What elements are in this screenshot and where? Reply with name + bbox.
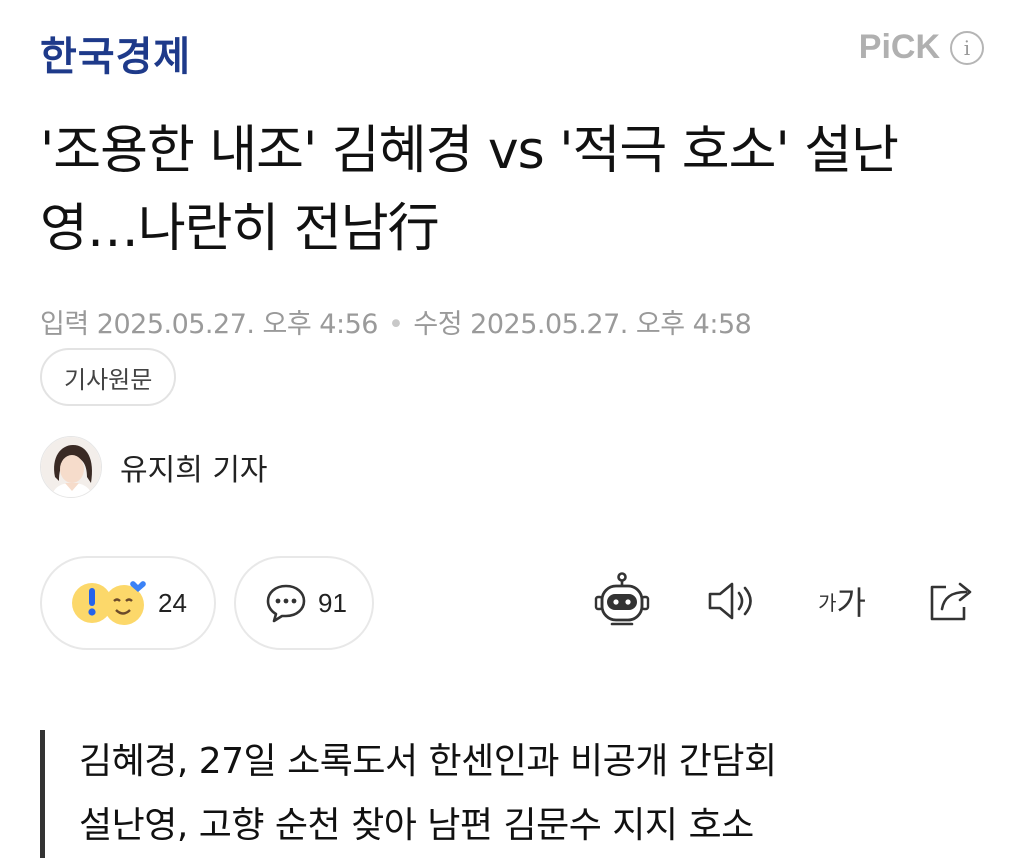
reaction-button[interactable]: 24 — [40, 556, 216, 650]
robot-summary-icon — [594, 572, 650, 626]
publisher-logo[interactable]: 한국경제 — [40, 24, 191, 82]
summary-line: 김혜경, 27일 소록도서 한센인과 비공개 간담회 — [79, 741, 777, 782]
share-button[interactable] — [920, 566, 984, 636]
article-datetime: 입력 2025.05.27. 오후 4:56 • 수정 2025.05.27. 오후… — [40, 302, 752, 341]
separator-dot: • — [387, 309, 404, 340]
top-bar: 한국경제 PiCK i — [0, 0, 1024, 100]
modified-label: 수정 — [413, 309, 463, 340]
avatar[interactable] — [40, 436, 102, 498]
font-size-small-glyph: 가 — [818, 590, 837, 615]
summary-bot-button[interactable] — [590, 566, 654, 636]
summary-line: 설난영, 고향 순천 찾아 남편 김문수 지지 호소 — [79, 805, 754, 846]
font-size-big-glyph: 가 — [836, 584, 866, 622]
comment-count: 91 — [318, 587, 347, 618]
pick-label: PiCK — [858, 28, 940, 66]
article-tools: 가가 — [590, 566, 984, 636]
reaction-emoji-icon — [72, 581, 146, 625]
article-summary: 김혜경, 27일 소록도서 한센인과 비공개 간담회 설난영, 고향 순천 찾아… — [40, 730, 777, 858]
comment-button[interactable]: 91 — [234, 556, 374, 650]
comment-bubble-icon — [266, 584, 306, 623]
speaker-icon — [708, 582, 752, 620]
share-icon — [930, 582, 972, 621]
author-name[interactable]: 유지희 기자 — [120, 445, 268, 489]
author-row[interactable]: 유지희 기자 — [40, 436, 268, 498]
font-size-button[interactable]: 가가 — [810, 566, 874, 636]
reaction-count: 24 — [158, 587, 187, 618]
pick-badge[interactable]: PiCK i — [859, 28, 984, 67]
info-icon[interactable]: i — [950, 30, 984, 65]
input-label: 입력 — [40, 309, 89, 340]
original-article-button[interactable]: 기사원문 — [40, 348, 177, 406]
input-time: 2025.05.27. 오후 4:56 — [96, 309, 379, 340]
modified-time: 2025.05.27. 오후 4:58 — [470, 309, 752, 340]
text-to-speech-button[interactable] — [700, 566, 764, 636]
article-title: '조용한 내조' 김혜경 vs '적극 호소' 설난영…나란히 전남行 — [40, 121, 899, 259]
